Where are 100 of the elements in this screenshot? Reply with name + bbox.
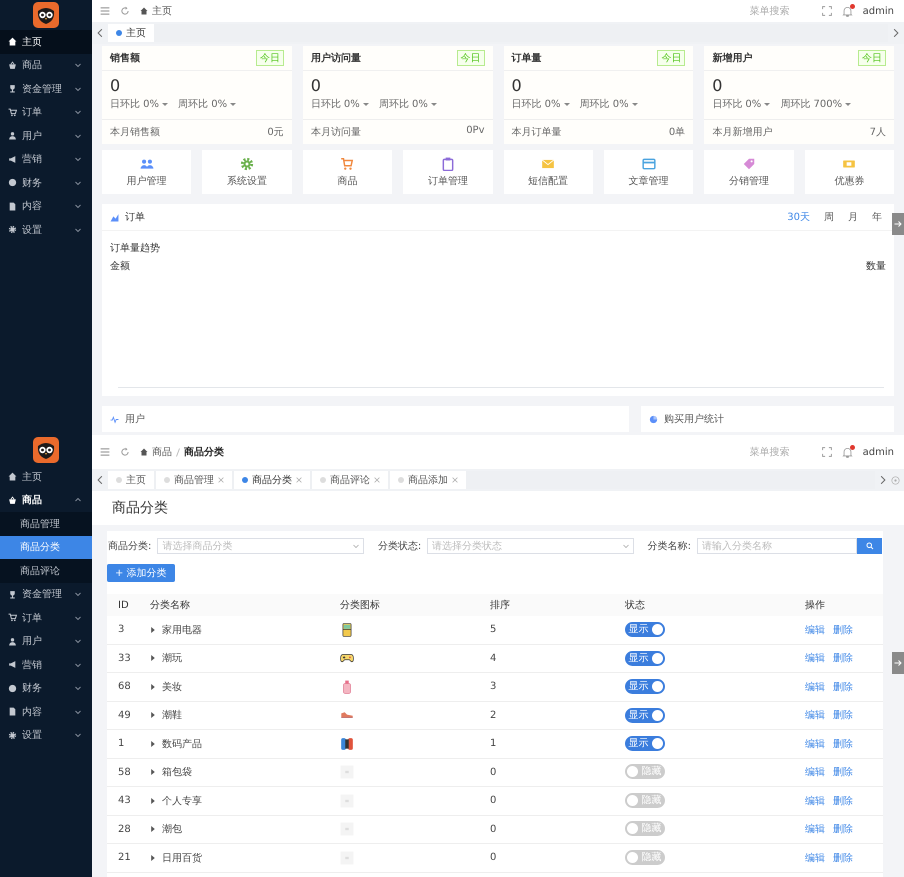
bell-icon[interactable] (842, 446, 853, 458)
action-link[interactable]: 删除 (833, 708, 853, 722)
sidebar-item[interactable]: 财务 (0, 676, 92, 700)
side-arrow-button[interactable] (892, 652, 904, 674)
sidebar-item[interactable]: 用户 (0, 630, 92, 653)
sidebar-subitem[interactable]: 商品管理 (0, 512, 92, 536)
sidebar-item[interactable]: 内容 (0, 700, 92, 724)
range-tab[interactable]: 30天 (783, 210, 814, 224)
expand-caret-icon[interactable] (150, 826, 156, 832)
shortcut-tile[interactable]: 订单管理 (403, 150, 492, 194)
side-arrow-button[interactable] (892, 213, 904, 235)
action-link[interactable]: 删除 (833, 794, 853, 808)
status-toggle[interactable]: 显示 (625, 622, 665, 638)
sidebar-item[interactable]: 内容 (0, 194, 92, 218)
select-field[interactable]: 请选择商品分类 (157, 538, 364, 554)
shortcut-tile[interactable]: 用户管理 (102, 150, 192, 194)
sidebar-subitem[interactable]: 商品分类 (0, 536, 92, 559)
action-link[interactable]: 删除 (833, 765, 853, 780)
action-link[interactable]: 编辑 (805, 708, 825, 722)
refresh-icon[interactable] (120, 447, 130, 457)
refresh-icon[interactable] (120, 6, 130, 16)
tab[interactable]: 商品添加 (390, 471, 466, 489)
menu-icon[interactable] (100, 6, 110, 16)
shortcut-tile[interactable]: 文章管理 (604, 150, 694, 194)
action-link[interactable]: 编辑 (805, 794, 825, 808)
sidebar-item[interactable]: 设置 (0, 724, 92, 747)
expand-caret-icon[interactable] (150, 655, 156, 662)
search-field[interactable]: 菜单搜索 (748, 4, 812, 18)
user-name[interactable]: admin (862, 446, 894, 458)
bell-icon[interactable] (842, 6, 853, 16)
expand-caret-icon[interactable] (150, 712, 156, 718)
scroll-left-icon[interactable] (96, 28, 104, 38)
expand-caret-icon[interactable] (150, 798, 156, 804)
close-icon[interactable] (452, 477, 458, 483)
range-tab[interactable]: 周 (820, 210, 838, 224)
breadcrumb-item[interactable]: 商品 (152, 445, 172, 459)
scroll-left-icon[interactable] (96, 475, 104, 485)
close-icon[interactable] (374, 477, 380, 483)
sidebar-item[interactable]: 资金管理 (0, 582, 92, 606)
fullscreen-icon[interactable] (822, 447, 832, 457)
expand-caret-icon[interactable] (150, 854, 156, 861)
search-button[interactable] (857, 538, 882, 554)
action-link[interactable]: 编辑 (805, 765, 825, 780)
status-toggle[interactable]: 显示 (625, 708, 665, 723)
action-link[interactable]: 编辑 (805, 850, 825, 865)
action-link[interactable]: 编辑 (805, 680, 825, 694)
clipboard-icon (440, 156, 455, 170)
action-link[interactable]: 编辑 (805, 622, 825, 637)
scroll-right-icon[interactable] (892, 28, 900, 38)
shortcut-tile[interactable]: 优惠券 (804, 150, 894, 194)
fullscreen-icon[interactable] (822, 6, 832, 16)
search-field[interactable]: 菜单搜索 (748, 446, 812, 458)
expand-caret-icon[interactable] (150, 769, 156, 776)
action-link[interactable]: 删除 (833, 680, 853, 694)
tab[interactable]: 商品管理 (156, 471, 232, 489)
shortcut-tile[interactable]: 分销管理 (704, 150, 794, 194)
sidebar-item[interactable]: 财务 (0, 171, 92, 194)
sidebar-item[interactable]: 设置 (0, 218, 92, 242)
sidebar-item[interactable]: 主页 (0, 30, 92, 54)
action-link[interactable]: 编辑 (805, 736, 825, 751)
shortcut-tile[interactable]: 系统设置 (202, 150, 292, 194)
user-name[interactable]: admin (862, 6, 894, 16)
sidebar-item[interactable]: 资金管理 (0, 77, 92, 100)
sidebar-item[interactable]: 营销 (0, 653, 92, 676)
sidebar-item[interactable]: 营销 (0, 148, 92, 171)
action-link[interactable]: 编辑 (805, 651, 825, 666)
shortcut-tile[interactable]: 短信配置 (504, 150, 593, 194)
action-link[interactable]: 删除 (833, 822, 853, 836)
range-tab[interactable]: 月 (844, 210, 862, 224)
action-link[interactable]: 删除 (833, 850, 853, 865)
close-icon[interactable] (218, 477, 224, 483)
status-toggle[interactable]: 显示 (625, 679, 665, 694)
close-icon[interactable] (296, 477, 302, 483)
sidebar-item[interactable]: 订单 (0, 606, 92, 630)
sidebar-item[interactable]: 订单 (0, 100, 92, 124)
sidebar-item[interactable]: 商品 (0, 488, 92, 512)
range-tab[interactable]: 年 (868, 210, 886, 224)
shortcut-tile[interactable]: 商品 (302, 150, 392, 194)
menu-icon[interactable] (100, 447, 110, 457)
tab[interactable]: 主页 (108, 24, 154, 42)
sidebar-item[interactable]: 商品 (0, 54, 92, 77)
sidebar-subitem[interactable]: 商品评论 (0, 559, 92, 582)
scroll-right-icon[interactable] (879, 475, 887, 485)
sidebar-item[interactable]: 用户 (0, 124, 92, 148)
action-link[interactable]: 编辑 (805, 822, 825, 836)
tab[interactable]: 商品分类 (234, 471, 310, 489)
select-field[interactable]: 请选择分类状态 (427, 538, 634, 554)
expand-caret-icon[interactable] (150, 684, 156, 690)
tab[interactable]: 主页 (108, 471, 154, 489)
sidebar-item[interactable]: 主页 (0, 465, 92, 488)
status-toggle[interactable]: 显示 (625, 650, 665, 666)
action-link[interactable]: 删除 (833, 651, 853, 666)
status-toggle[interactable]: 显示 (625, 736, 665, 752)
expand-caret-icon[interactable] (150, 626, 156, 633)
tab[interactable]: 商品评论 (312, 471, 388, 489)
search-field[interactable]: 请输入分类名称 (697, 538, 857, 554)
action-link[interactable]: 删除 (833, 736, 853, 751)
add-category-button[interactable]: + 添加分类 (107, 564, 175, 582)
expand-caret-icon[interactable] (150, 740, 156, 747)
action-link[interactable]: 删除 (833, 622, 853, 637)
